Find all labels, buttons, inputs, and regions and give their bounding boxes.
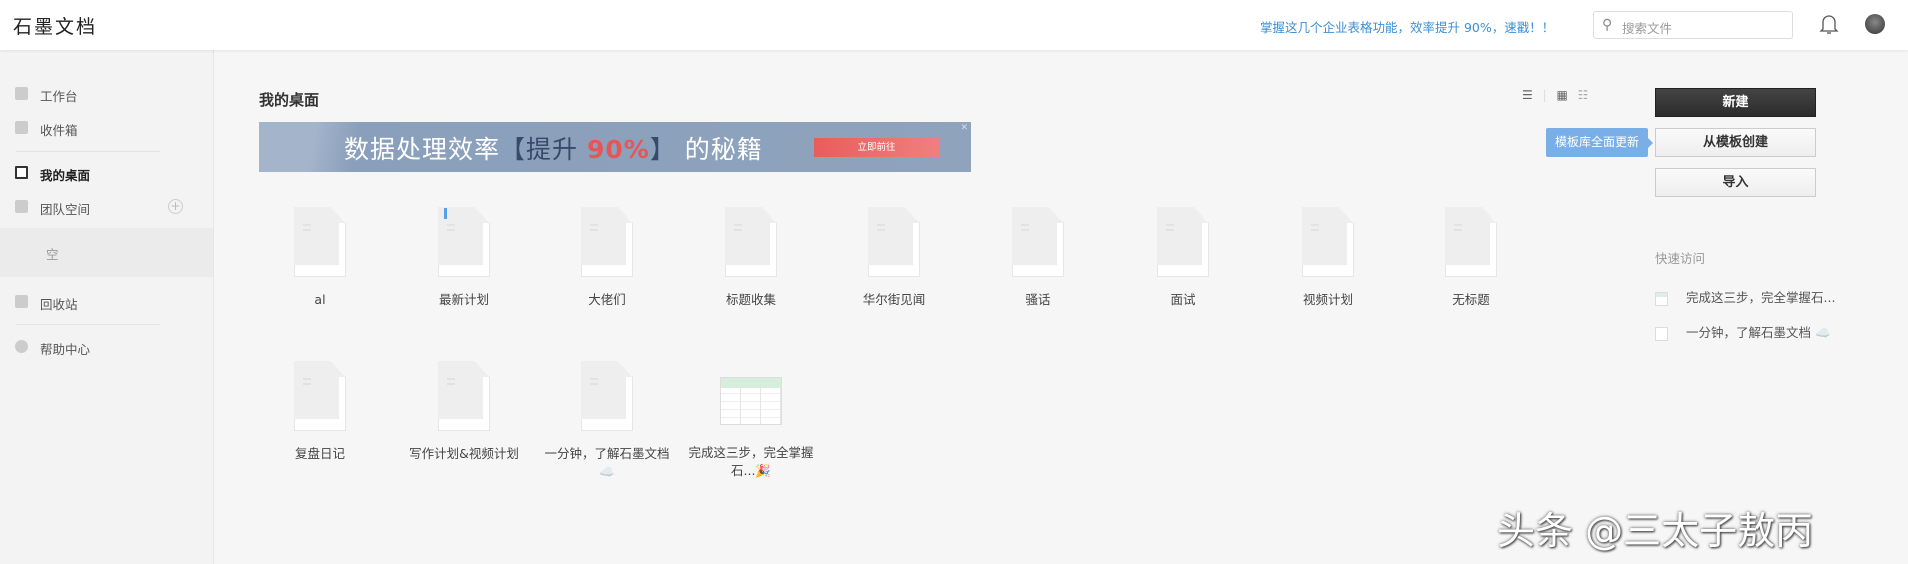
file-item[interactable]: 面试 bbox=[1118, 207, 1248, 309]
file-name: 骚话 bbox=[1025, 292, 1051, 307]
file-name: 标题收集 bbox=[725, 292, 776, 307]
sidebar: 工作台 收件箱 我的桌面 团队空间 + 空 回收站 帮助中心 bbox=[0, 50, 214, 564]
file-item[interactable]: 标题收集 bbox=[686, 207, 816, 309]
doc-thumbnail-icon bbox=[438, 361, 490, 431]
file-item[interactable]: 最新计划 bbox=[399, 207, 529, 309]
file-item[interactable]: 复盘日记 bbox=[255, 361, 385, 463]
sheet-icon bbox=[1655, 291, 1668, 306]
bell-icon[interactable] bbox=[1818, 12, 1840, 36]
file-item[interactable]: 完成这三步，完全掌握石...🎉 bbox=[686, 361, 816, 480]
file-name: 一分钟，了解石墨文档☁️ bbox=[544, 446, 670, 479]
file-name: 大佬们 bbox=[588, 292, 626, 307]
grid-view-icon[interactable]: ▦ bbox=[1556, 88, 1567, 102]
sheet-thumbnail-icon bbox=[720, 377, 782, 425]
inbox-icon bbox=[15, 121, 28, 134]
file-name: 完成这三步，完全掌握石...🎉 bbox=[688, 445, 814, 478]
sidebar-item-team-space[interactable]: 团队空间 + bbox=[0, 192, 213, 222]
view-controls: ☰ | ▦ ☷ bbox=[1522, 88, 1588, 104]
sidebar-item-workbench[interactable]: 工作台 bbox=[0, 79, 213, 109]
banner-text-d: 】 bbox=[649, 135, 676, 164]
sidebar-item-label: 收件箱 bbox=[40, 123, 78, 138]
avatar[interactable] bbox=[1865, 14, 1885, 34]
file-name: 复盘日记 bbox=[294, 446, 345, 461]
search-placeholder: 搜索文件 bbox=[1622, 21, 1673, 36]
file-name: 最新计划 bbox=[438, 292, 489, 307]
file-item[interactable]: 华尔街见闻 bbox=[829, 207, 959, 309]
trash-icon bbox=[15, 295, 28, 308]
top-bar: 石墨文档 掌握这几个企业表格功能，效率提升 90%，速戳！！ ⚲ 搜索文件 bbox=[0, 0, 1908, 50]
banner-go-button[interactable]: 立即前往 bbox=[814, 138, 939, 157]
file-item[interactable]: 一分钟，了解石墨文档☁️ bbox=[542, 361, 672, 481]
file-item[interactable]: al bbox=[255, 207, 385, 309]
file-item[interactable]: 骚话 bbox=[973, 207, 1103, 309]
quick-access-item[interactable]: 完成这三步，完全掌握石... bbox=[1655, 287, 1835, 306]
doc-thumbnail-icon bbox=[581, 207, 633, 277]
sidebar-item-label: 帮助中心 bbox=[40, 342, 91, 357]
file-name: 写作计划&视频计划 bbox=[409, 446, 519, 461]
sidebar-item-label: 回收站 bbox=[40, 297, 78, 312]
search-input[interactable]: ⚲ 搜索文件 bbox=[1593, 11, 1793, 39]
file-item[interactable]: 大佬们 bbox=[542, 207, 672, 309]
sidebar-item-trash[interactable]: 回收站 bbox=[0, 287, 213, 317]
doc-thumbnail-icon bbox=[294, 361, 346, 431]
doc-thumbnail-icon bbox=[868, 207, 920, 277]
new-button[interactable]: 新建 bbox=[1655, 88, 1816, 117]
doc-thumbnail-icon bbox=[1445, 207, 1497, 277]
file-name: al bbox=[314, 292, 326, 307]
sidebar-item-label: 我的桌面 bbox=[40, 168, 91, 183]
sidebar-item-my-desktop[interactable]: 我的桌面 bbox=[0, 158, 213, 188]
banner-text-b: 【提升 bbox=[500, 135, 587, 164]
file-item[interactable]: 视频计划 bbox=[1263, 207, 1393, 309]
watermark: 头条 @三太子敖丙 bbox=[1497, 509, 1814, 553]
divider: | bbox=[1542, 88, 1547, 102]
quick-access-item[interactable]: 一分钟，了解石墨文档 ☁️ bbox=[1655, 322, 1831, 341]
add-team-icon[interactable]: + bbox=[168, 199, 183, 214]
doc-thumbnail-icon bbox=[294, 207, 346, 277]
logo[interactable]: 石墨文档 bbox=[13, 12, 97, 39]
page-title: 我的桌面 bbox=[259, 91, 320, 109]
file-item[interactable]: 写作计划&视频计划 bbox=[399, 361, 529, 463]
banner-text-c: 90% bbox=[586, 135, 650, 164]
template-tooltip: 模板库全面更新 bbox=[1546, 128, 1653, 157]
doc-thumbnail-icon bbox=[581, 361, 633, 431]
banner-text-e: 的秘籍 bbox=[675, 135, 763, 164]
search-icon: ⚲ bbox=[1602, 17, 1613, 33]
bulb-icon bbox=[15, 340, 28, 353]
doc-thumbnail-icon bbox=[438, 207, 490, 277]
sort-icon[interactable]: ☰ bbox=[1522, 88, 1533, 102]
file-name: 华尔街见闻 bbox=[862, 292, 926, 307]
doc-thumbnail-icon bbox=[1012, 207, 1064, 277]
from-template-button[interactable]: 从模板创建 bbox=[1655, 128, 1816, 157]
file-name: 面试 bbox=[1170, 292, 1196, 307]
cube-icon bbox=[15, 200, 28, 213]
divider bbox=[16, 324, 160, 325]
list-view-icon[interactable]: ☷ bbox=[1578, 88, 1589, 102]
doc-thumbnail-icon bbox=[725, 207, 777, 277]
quick-access-title: 快速访问 bbox=[1655, 251, 1706, 266]
divider bbox=[16, 151, 160, 152]
sidebar-item-inbox[interactable]: 收件箱 bbox=[0, 113, 213, 143]
sidebar-item-label: 工作台 bbox=[40, 89, 78, 104]
file-name: 无标题 bbox=[1452, 292, 1490, 307]
banner-text-a: 数据处理效率 bbox=[344, 135, 501, 164]
quick-access-label: 一分钟，了解石墨文档 ☁️ bbox=[1686, 325, 1831, 340]
banner-text: 数据处理效率【提升 90%】 的秘籍 bbox=[344, 130, 763, 166]
sidebar-item-help[interactable]: 帮助中心 bbox=[0, 332, 213, 362]
promo-link[interactable]: 掌握这几个企业表格功能，效率提升 90%，速戳！！ bbox=[1260, 17, 1554, 36]
doc-thumbnail-icon bbox=[1302, 207, 1354, 277]
team-space-empty: 空 bbox=[0, 228, 213, 277]
box-icon bbox=[15, 87, 28, 100]
doc-icon bbox=[1655, 326, 1668, 341]
bookmark-icon bbox=[444, 208, 447, 219]
file-item[interactable]: 无标题 bbox=[1406, 207, 1536, 309]
close-icon[interactable]: ✕ bbox=[960, 123, 968, 133]
desktop-icon bbox=[15, 166, 28, 179]
sidebar-item-label: 团队空间 bbox=[40, 202, 91, 217]
quick-access-label: 完成这三步，完全掌握石... bbox=[1686, 290, 1836, 305]
promo-banner[interactable]: 数据处理效率【提升 90%】 的秘籍 立即前往 ✕ bbox=[259, 122, 971, 172]
import-button[interactable]: 导入 bbox=[1655, 168, 1816, 197]
file-name: 视频计划 bbox=[1302, 292, 1353, 307]
doc-thumbnail-icon bbox=[1157, 207, 1209, 277]
empty-label: 空 bbox=[46, 247, 59, 262]
